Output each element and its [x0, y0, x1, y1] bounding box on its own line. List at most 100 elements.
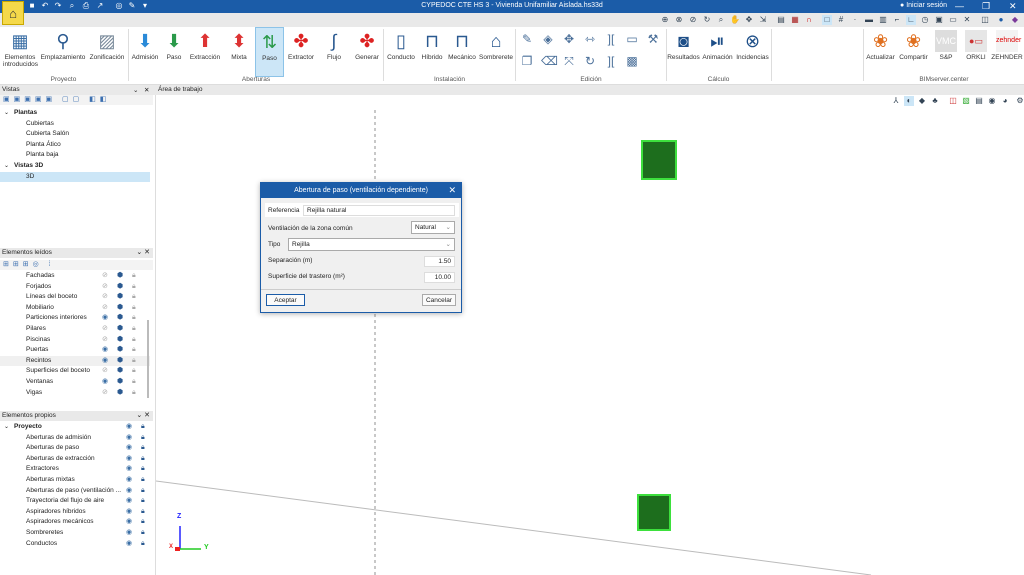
- tipo-select[interactable]: Rejilla ⌄: [288, 238, 455, 251]
- leidos-list-item[interactable]: Fachadas ⊘ ⬢ 🔒︎: [0, 271, 150, 282]
- crop-icon[interactable]: ⌐: [892, 15, 902, 25]
- mixta-button[interactable]: ⬍ Mixta: [225, 27, 253, 77]
- snap-object-icon[interactable]: ⬢: [117, 324, 123, 335]
- admision-button[interactable]: ⬇ Admisión: [130, 27, 160, 77]
- view-tools-icon[interactable]: ▣▣▣▣▣ ▢▢ ◧◧: [3, 96, 110, 103]
- propios-list-item[interactable]: Aberturas de extracción ◉ 🔒︎: [0, 454, 150, 465]
- mecanico-button[interactable]: ⊓ Mecánico: [447, 27, 477, 77]
- close-panel-icon[interactable]: ✕: [144, 86, 149, 94]
- lock-icon[interactable]: 🔒︎: [132, 377, 136, 388]
- leidos-list-item[interactable]: Mobiliario ⊘ ⬢ 🔒︎: [0, 303, 150, 314]
- grid-icon[interactable]: #: [836, 15, 846, 25]
- lock-icon[interactable]: 🔒︎: [132, 303, 136, 314]
- lock-icon[interactable]: 🔒︎: [132, 271, 136, 282]
- compartir-button[interactable]: ❀ Compartir: [897, 27, 930, 77]
- book-icon[interactable]: ◆: [1010, 15, 1020, 25]
- chevron-down-icon[interactable]: ⌄: [4, 422, 9, 433]
- dialog-close-button[interactable]: ✕: [448, 183, 456, 198]
- eye-hidden-icon[interactable]: ⊘: [102, 282, 108, 293]
- lock-icon[interactable]: 🔒︎: [141, 464, 145, 475]
- propios-list-item[interactable]: Trayectoria del flujo de aire ◉ 🔒︎: [0, 496, 150, 507]
- mirror-icon[interactable]: ][: [604, 54, 618, 68]
- split-icon[interactable]: ][: [604, 32, 618, 46]
- lock-icon[interactable]: 🔒︎: [132, 282, 136, 293]
- snap-object-icon[interactable]: ⬢: [117, 313, 123, 324]
- leidos-list-item[interactable]: Particiones interiores ◉ ⬢ 🔒︎: [0, 313, 150, 324]
- eye-icon[interactable]: ◉: [102, 377, 108, 388]
- lock-icon[interactable]: 🔒︎: [141, 496, 145, 507]
- eye-icon[interactable]: ◉: [126, 517, 132, 528]
- stretch-icon[interactable]: ⇿: [583, 32, 597, 46]
- eye-hidden-icon[interactable]: ⊘: [102, 271, 108, 282]
- eye-icon[interactable]: ◉: [126, 496, 132, 507]
- generar-button[interactable]: ✤ Generar: [351, 27, 383, 77]
- lock-icon[interactable]: 🔒︎: [132, 324, 136, 335]
- hibrido-button[interactable]: ⊓ Híbrido: [418, 27, 446, 77]
- snap-object-icon[interactable]: ⬢: [117, 356, 123, 367]
- lock-icon[interactable]: 🔒︎: [132, 345, 136, 356]
- zoom-previous-icon[interactable]: ⊘: [688, 15, 698, 25]
- eye-icon[interactable]: ◉: [126, 454, 132, 465]
- scrollbar[interactable]: [147, 320, 149, 398]
- eye-hidden-icon[interactable]: ⊘: [102, 292, 108, 303]
- emplazamiento-button[interactable]: ⚲ Emplazamiento: [40, 27, 86, 77]
- vistas-list-item[interactable]: Planta Ático: [0, 140, 150, 151]
- chevron-down-icon[interactable]: ⌄: [4, 161, 9, 172]
- maximize-button[interactable]: ❐: [982, 1, 990, 12]
- lock-icon[interactable]: 🔒︎: [141, 507, 145, 518]
- eye-hidden-icon[interactable]: ⊘: [102, 388, 108, 399]
- vistas-list-item[interactable]: 3D: [0, 171, 150, 183]
- lock-icon[interactable]: 🔒︎: [132, 313, 136, 324]
- pattern-icon[interactable]: ▦: [790, 15, 800, 25]
- panel-controls-icon[interactable]: ⌄ ✕: [136, 248, 150, 256]
- pan-icon[interactable]: ✋: [730, 15, 740, 25]
- collapse-icon[interactable]: ⌄: [133, 86, 138, 94]
- eye-icon[interactable]: ◉: [102, 313, 108, 324]
- extraccion-button[interactable]: ⬆ Extracción: [189, 27, 221, 77]
- eye-icon[interactable]: ◉: [126, 422, 132, 433]
- resultados-button[interactable]: ◙ Resultados: [667, 27, 700, 77]
- snap-object-icon[interactable]: ⬢: [117, 377, 123, 388]
- chevron-down-icon[interactable]: ⌄: [4, 108, 9, 119]
- propios-list-item[interactable]: Aberturas de paso (ventilación ... ◉ 🔒︎: [0, 486, 150, 497]
- leidos-list-item[interactable]: Recintos ◉ ⬢ 🔒︎: [0, 355, 150, 367]
- scale-icon[interactable]: ⤧: [562, 54, 576, 68]
- propios-list-item[interactable]: Conductos ◉ 🔒︎: [0, 539, 150, 550]
- tools-icon[interactable]: ✕: [962, 15, 972, 25]
- animacion-button[interactable]: ⏯ Animación: [701, 27, 734, 77]
- lock-icon[interactable]: 🔒︎: [141, 454, 145, 465]
- eye-icon[interactable]: ◉: [126, 443, 132, 454]
- referencia-input[interactable]: Rejilla natural: [303, 205, 455, 216]
- actualizar-button[interactable]: ❀ Actualizar: [864, 27, 897, 77]
- propios-list-item[interactable]: Aspiradores híbridos ◉ 🔒︎: [0, 507, 150, 518]
- zonificacion-button[interactable]: ▨ Zonificación: [88, 27, 126, 77]
- eye-icon[interactable]: ◉: [126, 528, 132, 539]
- zoom-icon[interactable]: ⌕: [716, 15, 726, 25]
- snap-object-icon[interactable]: ⬢: [117, 271, 123, 282]
- elementos-introducidos-button[interactable]: ▦ Elementos introducidos: [3, 27, 38, 77]
- lock-icon[interactable]: 🔒︎: [141, 539, 145, 550]
- panel-controls-icon[interactable]: ⌄ ✕: [136, 411, 150, 419]
- leidos-list-item[interactable]: Puertas ◉ ⬢ 🔒︎: [0, 345, 150, 356]
- propios-list-item[interactable]: Aberturas de admisión ◉ 🔒︎: [0, 433, 150, 444]
- lock-icon[interactable]: 🔒︎: [141, 475, 145, 486]
- edit-icon[interactable]: ✎: [520, 32, 534, 46]
- vistas-list-item[interactable]: ⌄ Plantas: [0, 108, 150, 119]
- vistas-list-item[interactable]: Cubierta Salón: [0, 129, 150, 140]
- lock-icon[interactable]: 🔒︎: [141, 422, 145, 433]
- vistas-list-item[interactable]: ⌄ Vistas 3D: [0, 161, 150, 172]
- eye-icon[interactable]: ◉: [126, 475, 132, 486]
- superficie-input[interactable]: 10.00: [424, 272, 455, 283]
- document-icon[interactable]: ▣: [934, 15, 944, 25]
- cancel-button[interactable]: Cancelar: [422, 294, 456, 306]
- bar-icon[interactable]: ▬: [864, 15, 874, 25]
- lock-icon[interactable]: 🔒︎: [141, 486, 145, 497]
- paint-icon[interactable]: ⚒: [646, 32, 660, 46]
- sombrerete-button[interactable]: ⌂ Sombrerete: [478, 27, 514, 77]
- accept-button[interactable]: Aceptar: [266, 294, 305, 306]
- leidos-list-item[interactable]: Líneas del boceto ⊘ ⬢ 🔒︎: [0, 292, 150, 303]
- propios-list-item[interactable]: Aberturas mixtas ◉ 🔒︎: [0, 475, 150, 486]
- orkli-button[interactable]: ●▭ ORKLI: [962, 27, 990, 77]
- snap-object-icon[interactable]: ⬢: [117, 388, 123, 399]
- angle-icon[interactable]: ∟: [906, 15, 916, 25]
